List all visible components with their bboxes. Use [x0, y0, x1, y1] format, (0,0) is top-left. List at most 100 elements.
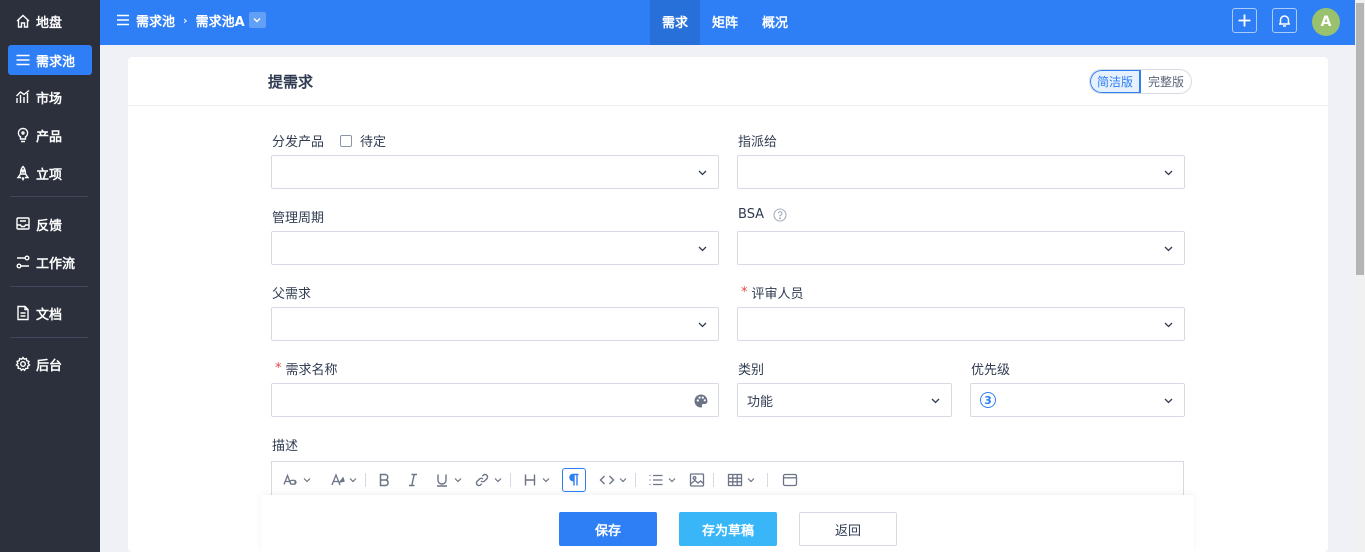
- sidebar-item-admin[interactable]: 后台: [8, 349, 92, 379]
- image-button[interactable]: [689, 468, 705, 492]
- product-select[interactable]: [271, 155, 719, 189]
- list-button[interactable]: [648, 468, 676, 492]
- avatar[interactable]: A: [1312, 8, 1340, 36]
- paragraph-icon: [569, 473, 579, 486]
- mode-switch: 简洁版 完整版: [1089, 69, 1193, 94]
- bold-button[interactable]: [376, 468, 392, 492]
- bell-icon: [1279, 15, 1290, 27]
- font-size-button[interactable]: [283, 468, 311, 492]
- help-icon[interactable]: [773, 207, 787, 222]
- bsa-select[interactable]: [737, 231, 1185, 265]
- table-icon: [727, 473, 743, 487]
- heading-button[interactable]: [522, 468, 550, 492]
- sidebar: 地盘 需求池 市场 产品 立项 反馈 工作流 文档 后台: [0, 0, 100, 552]
- required-marker: *: [275, 361, 282, 376]
- sidebar-item-market[interactable]: 市场: [8, 82, 92, 112]
- sidebar-item-project[interactable]: 立项: [8, 158, 92, 188]
- pending-checkbox[interactable]: [340, 134, 353, 147]
- chevron-down-icon: [931, 398, 940, 404]
- link-icon: [475, 473, 489, 487]
- create-button[interactable]: [1232, 8, 1257, 33]
- sidebar-item-product[interactable]: 产品: [8, 120, 92, 150]
- cycle-select[interactable]: [271, 231, 719, 265]
- sidebar-item-label: 立项: [36, 167, 63, 183]
- paragraph-button[interactable]: [562, 468, 586, 492]
- chart-icon: [16, 89, 30, 103]
- gear-icon: [15, 356, 31, 372]
- top-header: 需求池 › 需求池A 需求 矩阵 概况 A: [100, 0, 1355, 45]
- description-label: 描述: [272, 439, 299, 454]
- page-scrollbar[interactable]: [1355, 0, 1365, 552]
- sidebar-item-workflow[interactable]: 工作流: [8, 247, 92, 277]
- chevron-down-icon: [619, 478, 627, 483]
- workflow-icon: [16, 255, 30, 269]
- toolbar-divider: [510, 473, 511, 487]
- bsa-label-row: BSA: [738, 207, 787, 222]
- priority-label: 优先级: [971, 363, 1011, 378]
- sidebar-item-label: 反馈: [36, 218, 63, 234]
- save-draft-button[interactable]: 存为草稿: [679, 512, 777, 546]
- required-marker: *: [741, 285, 748, 300]
- rocket-icon: [16, 165, 30, 181]
- assignee-select[interactable]: [737, 155, 1185, 189]
- breadcrumb-root[interactable]: 需求池: [136, 11, 175, 30]
- reviewer-select[interactable]: [737, 307, 1185, 341]
- bullet-list-icon: [649, 474, 663, 486]
- tab-overview[interactable]: 概况: [750, 0, 800, 45]
- chevron-down-icon: [668, 478, 676, 483]
- mode-simple-button[interactable]: 简洁版: [1090, 70, 1142, 93]
- scrollbar-thumb[interactable]: [1356, 3, 1364, 275]
- chevron-down-icon: [542, 478, 550, 483]
- underline-icon: [437, 474, 447, 487]
- header-divider: [128, 105, 1328, 106]
- pending-checkbox-label[interactable]: 待定: [360, 131, 386, 150]
- category-select[interactable]: 功能: [737, 383, 952, 417]
- text-color-icon: [331, 473, 345, 486]
- chevron-down-icon: [1164, 322, 1173, 328]
- text-color-button[interactable]: [329, 468, 357, 492]
- menu-icon[interactable]: [116, 13, 130, 27]
- assignee-label: 指派给: [738, 135, 778, 150]
- page-title: 提需求: [268, 73, 314, 91]
- notification-button[interactable]: [1272, 8, 1297, 33]
- italic-button[interactable]: [405, 468, 421, 492]
- breadcrumb: 需求池 › 需求池A: [116, 0, 266, 40]
- fullscreen-button[interactable]: [782, 468, 798, 492]
- toolbar-divider: [365, 473, 366, 487]
- link-button[interactable]: [474, 468, 502, 492]
- chevron-down-icon: [494, 478, 502, 483]
- palette-icon[interactable]: [693, 393, 709, 409]
- underline-button[interactable]: [434, 468, 462, 492]
- save-button[interactable]: 保存: [559, 512, 657, 546]
- heading-icon: [524, 474, 536, 486]
- sidebar-item-label: 市场: [36, 91, 63, 107]
- document-icon: [17, 305, 29, 321]
- priority-select[interactable]: 3: [970, 383, 1185, 417]
- sidebar-item-dashboard[interactable]: 地盘: [8, 6, 92, 36]
- parent-select[interactable]: [271, 307, 719, 341]
- tab-requirements[interactable]: 需求: [650, 0, 701, 45]
- create-requirement-panel: 提需求 简洁版 完整版 分发产品 待定 指派给 管理周期 BSA 父需求 * 评: [128, 57, 1328, 552]
- sidebar-item-docs[interactable]: 文档: [8, 298, 92, 328]
- table-button[interactable]: [727, 468, 755, 492]
- chevron-down-icon: [303, 478, 311, 483]
- code-button[interactable]: [599, 468, 627, 492]
- mode-full-button[interactable]: 完整版: [1141, 70, 1191, 93]
- sidebar-item-requirement-pool[interactable]: 需求池: [8, 45, 92, 75]
- plus-icon: [1238, 14, 1251, 27]
- name-input[interactable]: [271, 383, 719, 417]
- breadcrumb-current[interactable]: 需求池A: [196, 11, 245, 30]
- chevron-down-icon: [698, 170, 707, 176]
- back-button[interactable]: 返回: [799, 512, 897, 546]
- sidebar-item-label: 后台: [36, 358, 63, 374]
- category-select-value: 功能: [747, 394, 774, 410]
- sidebar-item-label: 需求池: [36, 54, 76, 70]
- chevron-down-icon: [1164, 170, 1173, 176]
- tab-matrix[interactable]: 矩阵: [700, 0, 750, 45]
- breadcrumb-dropdown-button[interactable]: [248, 12, 266, 28]
- window-icon: [782, 473, 798, 487]
- sidebar-item-label: 工作流: [36, 256, 76, 272]
- sidebar-item-label: 产品: [36, 129, 63, 145]
- sidebar-item-feedback[interactable]: 反馈: [8, 209, 92, 239]
- priority-badge: 3: [980, 392, 996, 408]
